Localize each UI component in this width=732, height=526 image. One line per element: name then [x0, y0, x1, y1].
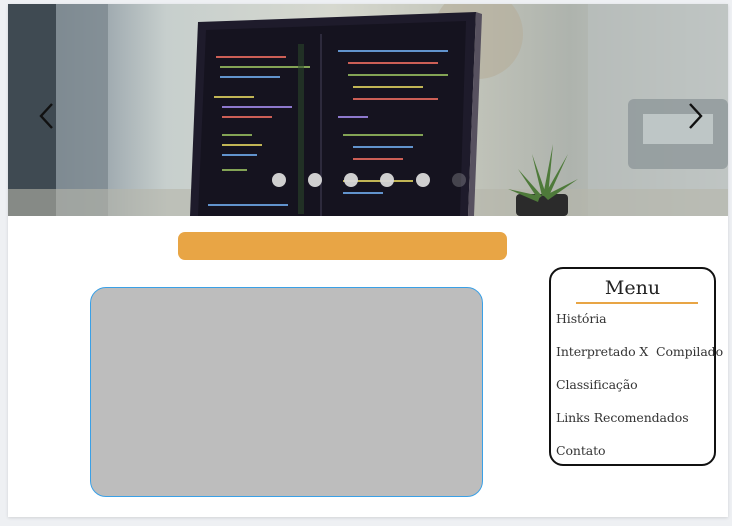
- carousel-indicator-4[interactable]: [380, 173, 394, 187]
- chevron-left-icon: [39, 103, 53, 129]
- carousel-prev-button[interactable]: [34, 96, 58, 136]
- menu-item-classificacao[interactable]: Classificação: [556, 376, 723, 409]
- menu-item-interpretado-compilado[interactable]: Interpretado X Compilado: [556, 343, 723, 376]
- menu-item-links-recomendados[interactable]: Links Recomendados: [556, 409, 723, 442]
- chevron-right-icon: [689, 103, 703, 129]
- menu-title: Menu: [604, 277, 661, 299]
- carousel-indicator-6[interactable]: [452, 173, 466, 187]
- carousel-indicator-5[interactable]: [416, 173, 430, 187]
- menu-list: História Interpretado X Compilado Classi…: [556, 310, 723, 475]
- menu-title-underline: [576, 302, 698, 304]
- title-bar: [178, 232, 507, 260]
- carousel-indicator-2[interactable]: [308, 173, 322, 187]
- carousel-indicator-3[interactable]: [344, 173, 358, 187]
- hero-carousel: [8, 4, 728, 216]
- menu-item-historia[interactable]: História: [556, 310, 723, 343]
- page: Menu História Interpretado X Compilado C…: [8, 4, 728, 517]
- carousel-next-button[interactable]: [684, 96, 708, 136]
- content-box: [90, 287, 483, 497]
- side-menu: Menu História Interpretado X Compilado C…: [549, 267, 723, 466]
- menu-item-contato[interactable]: Contato: [556, 442, 723, 475]
- carousel-indicator-1[interactable]: [272, 173, 286, 187]
- carousel-indicators: [272, 173, 488, 189]
